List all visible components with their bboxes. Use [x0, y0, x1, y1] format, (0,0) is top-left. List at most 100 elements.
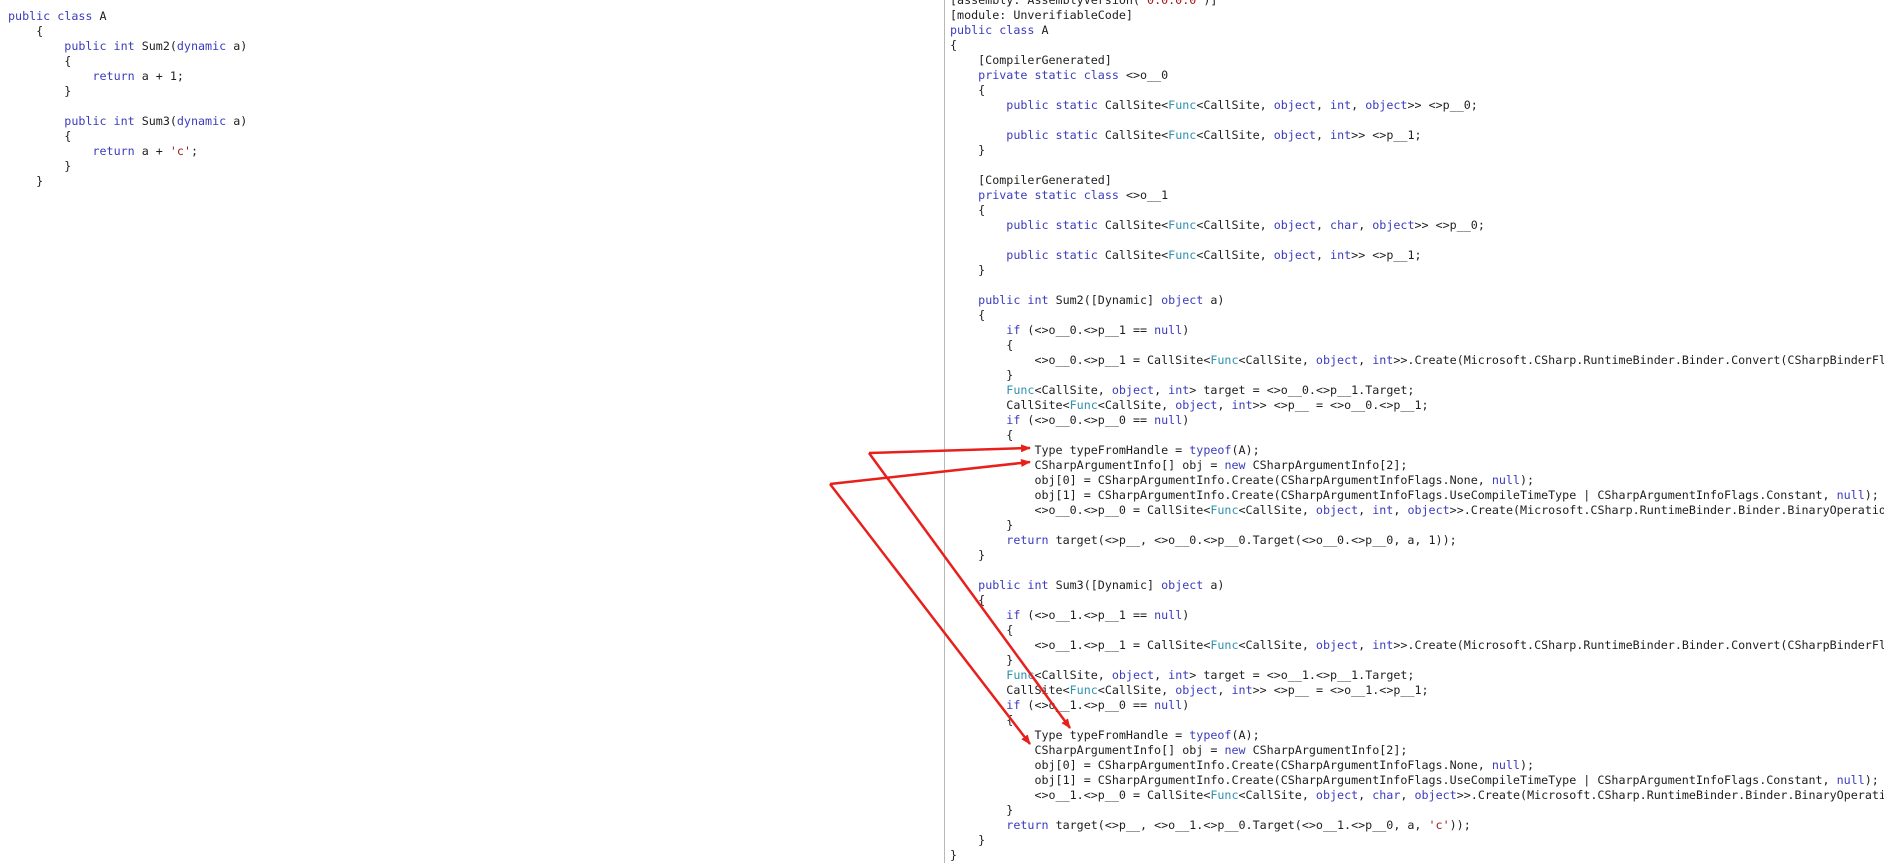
code-token: { — [8, 54, 72, 68]
code-token: ) — [1182, 698, 1190, 712]
code-token: , — [1351, 98, 1366, 112]
keyword-token: return — [1006, 533, 1056, 547]
code-token: target(<>p__, <>o__1.<>p__0.Target(<>o__… — [1055, 818, 1429, 832]
code-line: public class A — [8, 9, 107, 24]
code-token: >> <>p__ = <>o__1.<>p__1; — [1252, 683, 1429, 697]
keyword-token: object — [1273, 98, 1316, 112]
keyword-token: object — [1273, 128, 1316, 142]
decompiled-code-pane[interactable]: [assembly: AssemblyVersion("0.0.0.0")] [m… — [945, 0, 1884, 863]
code-line: { — [950, 38, 957, 53]
keyword-token: new — [1224, 458, 1253, 472]
code-line: [CompilerGenerated] — [950, 173, 1112, 188]
code-token: [assembly: AssemblyVersion( — [950, 0, 1140, 7]
code-token: <CallSite, — [1196, 248, 1274, 262]
code-token: } — [8, 159, 72, 173]
keyword-token: int — [1330, 248, 1352, 262]
code-token: <>o__1 — [1125, 188, 1169, 202]
code-token: (<>o__1.<>p__0 == — [1027, 698, 1155, 712]
keyword-token: if — [1006, 323, 1028, 337]
code-line: Func<CallSite, object, int> target = <>o… — [950, 383, 1414, 398]
keyword-token: int — [1168, 668, 1190, 682]
code-token: CSharpArgumentInfo[] obj = — [950, 743, 1225, 757]
code-token: ) — [1182, 413, 1190, 427]
code-token: { — [950, 203, 986, 217]
code-token: <CallSite, — [1097, 398, 1176, 412]
keyword-token: object — [1414, 788, 1457, 802]
code-token: target(<>p__, <>o__0.<>p__0.Target(<>o__… — [1055, 533, 1457, 547]
code-token: A — [1041, 23, 1049, 37]
code-token: obj[1] = CSharpArgumentInfo.Create(CShar… — [950, 773, 1837, 787]
code-token: (A); — [1231, 443, 1260, 457]
code-token: } — [950, 548, 986, 562]
code-line: public int Sum3(dynamic a) — [8, 114, 247, 129]
code-line: } — [950, 518, 1013, 533]
code-token: { — [950, 428, 1014, 442]
code-line: if (<>o__0.<>p__0 == null) — [950, 413, 1189, 428]
keyword-token: char — [1330, 218, 1359, 232]
code-line: { — [950, 593, 985, 608]
type-token: Func — [1006, 668, 1035, 682]
string-literal-token: 'c' — [169, 144, 191, 158]
code-token: >> <>p__0; — [1414, 218, 1485, 232]
keyword-token: return — [92, 144, 142, 158]
code-token: a) — [226, 114, 248, 128]
keyword-token: object — [1273, 218, 1316, 232]
keyword-token: if — [1006, 608, 1028, 622]
keyword-token: private static class — [978, 188, 1126, 202]
keyword-token: object — [1175, 683, 1218, 697]
code-line: public static CallSite<Func<CallSite, ob… — [950, 218, 1485, 233]
code-token: a) — [226, 39, 248, 53]
code-token: Type typeFromHandle = — [950, 728, 1190, 742]
source-code-pane[interactable]: public class A { public int Sum2(dynamic… — [0, 0, 944, 863]
code-line: obj[0] = CSharpArgumentInfo.Create(CShar… — [950, 758, 1534, 773]
code-token: ) — [1182, 608, 1190, 622]
code-line: [CompilerGenerated] — [950, 53, 1112, 68]
code-token: ) — [1182, 323, 1190, 337]
code-token: CallSite< — [1104, 128, 1169, 142]
type-token: Func — [1168, 218, 1197, 232]
keyword-token: typeof — [1189, 443, 1232, 457]
code-line: return target(<>p__, <>o__1.<>p__0.Targe… — [950, 818, 1470, 833]
keyword-token: char — [1372, 788, 1401, 802]
code-line: { — [950, 713, 1013, 728]
code-token: , — [1154, 383, 1169, 397]
keyword-token: typeof — [1189, 728, 1232, 742]
code-line: obj[1] = CSharpArgumentInfo.Create(CShar… — [950, 773, 1878, 788]
code-token: >>.Create(Microsoft.CSharp.RuntimeBinder… — [1393, 353, 1884, 367]
code-token: { — [950, 338, 1014, 352]
code-line: private static class <>o__1 — [950, 188, 1168, 203]
code-line: <>o__1.<>p__0 = CallSite<Func<CallSite, … — [950, 788, 1884, 803]
keyword-token: int — [1231, 683, 1253, 697]
keyword-token: return — [92, 69, 142, 83]
code-line: } — [950, 653, 1013, 668]
code-line: return a + 1; — [8, 69, 184, 84]
code-token: { — [8, 129, 72, 143]
string-literal-token: 'c' — [1428, 818, 1450, 832]
keyword-token: null — [1836, 488, 1865, 502]
code-token: { — [950, 38, 958, 52]
code-line: Type typeFromHandle = typeof(A); — [950, 443, 1260, 458]
code-line: { — [8, 54, 71, 69]
code-line: } — [950, 263, 985, 278]
code-token: > target = <>o__0.<>p__1.Target; — [1189, 383, 1415, 397]
code-line: public int Sum2([Dynamic] object a) — [950, 293, 1224, 308]
code-token: <CallSite, — [1238, 503, 1316, 517]
code-token: >> <>p__1; — [1351, 128, 1422, 142]
code-token: >> <>p__0; — [1407, 98, 1478, 112]
type-token: Func — [1210, 638, 1239, 652]
code-token: , — [1315, 98, 1331, 112]
keyword-token: null — [1491, 473, 1520, 487]
code-token: [module: UnverifiableCode] — [950, 8, 1133, 22]
keyword-token: object — [1315, 638, 1359, 652]
code-token: ); — [1864, 488, 1879, 502]
code-token: <>o__0.<>p__1 = CallSite< — [950, 353, 1211, 367]
code-line: { — [950, 428, 1013, 443]
code-line: if (<>o__1.<>p__1 == null) — [950, 608, 1189, 623]
code-token: , — [1315, 128, 1331, 142]
code-token: <>o__1.<>p__1 = CallSite< — [950, 638, 1211, 652]
